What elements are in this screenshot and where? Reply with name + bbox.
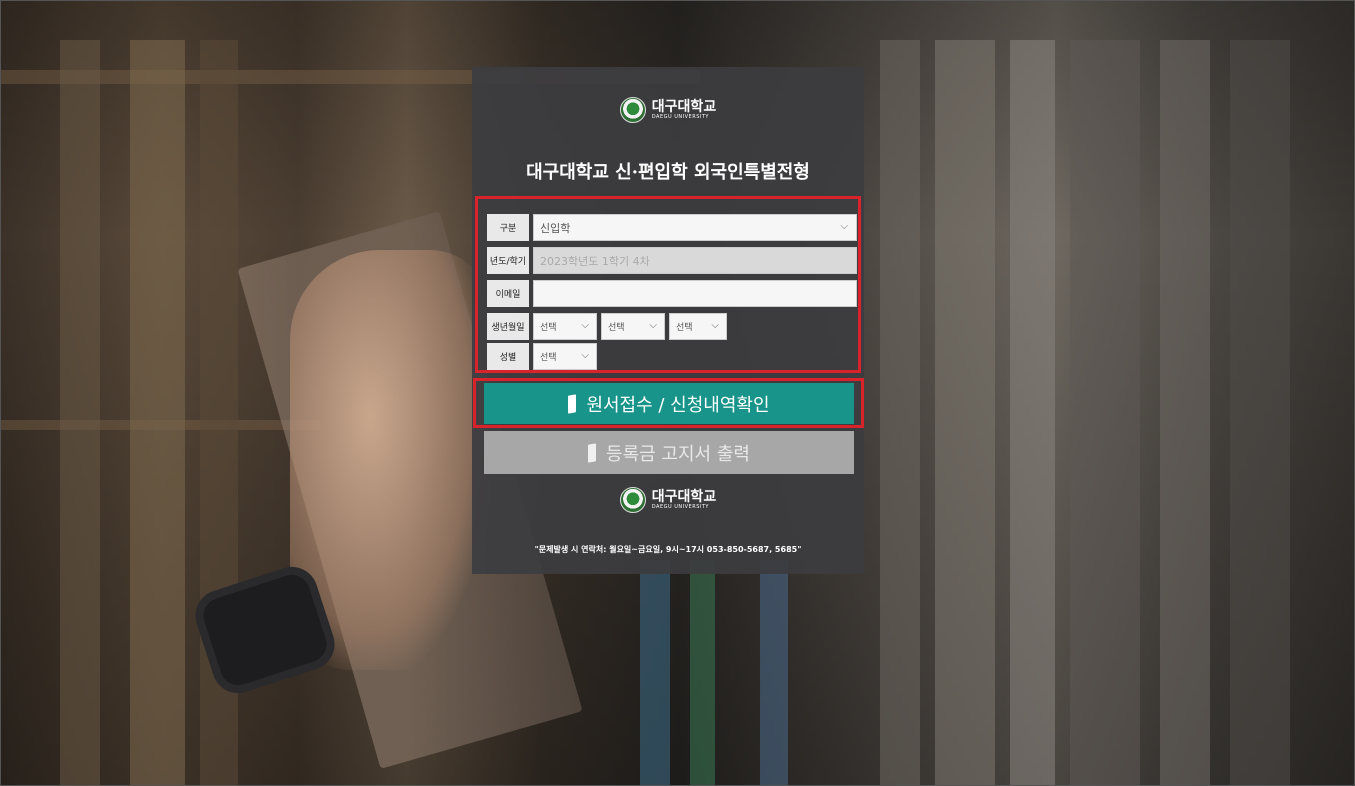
book-spine (880, 40, 920, 786)
term-value: 2023학년도 1학기 4차 (540, 254, 650, 268)
type-value: 신입학 (540, 221, 571, 235)
birth-label: 생년월일 (487, 313, 529, 340)
invoice-print-button[interactable]: 등록금 고지서 출력 (484, 431, 854, 474)
book-spine (935, 40, 995, 786)
book-spine (130, 40, 185, 786)
contact-info: "문제발생 시 연락처: 월요일~금요일, 9시~17시 053-850-568… (534, 545, 802, 554)
gender-row: 성별 선택 ⌵ (487, 343, 601, 370)
hand (290, 250, 490, 670)
term-row: 년도/학기 2023학년도 1학기 4차 (487, 247, 857, 274)
logo-name-en: DAEGU UNIVERSITY (651, 114, 709, 120)
university-logo-bottom: 대구대학교 DAEGU UNIVERSITY (472, 487, 864, 513)
book-spine (1010, 40, 1055, 786)
email-label: 이메일 (487, 280, 529, 307)
book-spine (60, 40, 100, 786)
apply-button[interactable]: 원서접수 / 신청내역확인 (484, 383, 854, 424)
chevron-down-icon: ⌵ (581, 350, 589, 361)
gender-select[interactable]: 선택 ⌵ (533, 343, 597, 370)
birth-day-select[interactable]: 선택 ⌵ (669, 313, 727, 340)
book-spine (640, 560, 670, 786)
book-spine (1070, 40, 1140, 786)
birth-year-select[interactable]: 선택 ⌵ (533, 313, 597, 340)
chevron-down-icon: ⌵ (649, 320, 657, 331)
email-row: 이메일 (487, 280, 857, 307)
logo-name-kr: 대구대학교 (651, 489, 717, 505)
type-label: 구분 (487, 214, 529, 241)
birth-row: 생년월일 선택 ⌵ 선택 ⌵ 선택 ⌵ (487, 313, 731, 340)
type-row: 구분 신입학 ⌵ (487, 214, 857, 241)
invoice-button-label: 등록금 고지서 출력 (606, 443, 750, 465)
application-form: 구분 신입학 ⌵ 년도/학기 2023학년도 1학기 4차 이메일 생년월일 선… (475, 196, 861, 373)
logo-name-en: DAEGU UNIVERSITY (651, 504, 709, 510)
university-emblem-icon (619, 97, 646, 123)
university-logo: 대구대학교 DAEGU UNIVERSITY (472, 97, 864, 123)
chevron-down-icon: ⌵ (711, 320, 719, 331)
email-input[interactable] (533, 280, 857, 307)
term-field: 2023학년도 1학기 4차 (533, 247, 857, 274)
book-spine (1160, 40, 1210, 786)
book-spine (690, 560, 715, 786)
birth-month-select[interactable]: 선택 ⌵ (601, 313, 665, 340)
term-label: 년도/학기 (487, 247, 529, 274)
door-icon (588, 444, 598, 462)
university-emblem-icon (619, 487, 646, 513)
type-select[interactable]: 신입학 ⌵ (533, 214, 857, 241)
page-title: 대구대학교 신·편입학 외국인특별전형 (526, 162, 810, 183)
logo-name-kr: 대구대학교 (651, 99, 717, 115)
chevron-down-icon: ⌵ (581, 320, 589, 331)
gender-label: 성별 (487, 343, 529, 370)
book-spine (760, 560, 788, 786)
book-spine (1230, 40, 1290, 786)
door-icon (568, 395, 578, 413)
chevron-down-icon: ⌵ (840, 221, 848, 232)
apply-button-label: 원서접수 / 신청내역확인 (586, 394, 770, 416)
